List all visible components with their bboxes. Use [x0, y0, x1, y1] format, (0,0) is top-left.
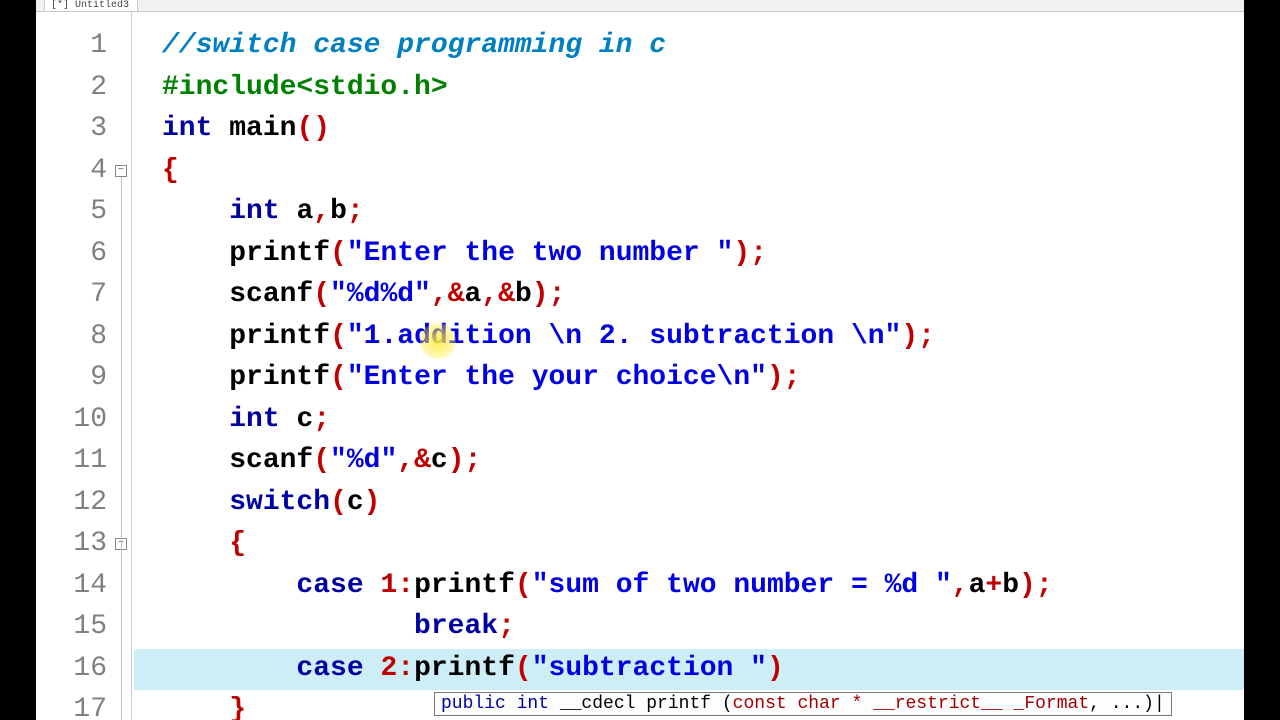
- line-number: 3: [51, 113, 107, 144]
- code-line[interactable]: scanf("%d%d",&a,&b);: [162, 279, 565, 310]
- code-line[interactable]: scanf("%d",&c);: [162, 445, 481, 476]
- fold-toggle-icon[interactable]: −: [115, 165, 127, 177]
- line-number: 14: [51, 570, 107, 601]
- line-number: 9: [51, 362, 107, 393]
- preproc-token: #include<stdio.h>: [162, 72, 448, 103]
- tab-bar: [*] Untitled3: [36, 0, 1244, 12]
- line-number: 17: [51, 694, 107, 720]
- code-line[interactable]: case 2:printf("subtraction "): [162, 653, 784, 684]
- line-number: 1: [51, 30, 107, 61]
- line-number: 2: [51, 72, 107, 103]
- line-number: 15: [51, 611, 107, 642]
- calltip-tooltip: public int __cdecl printf (const char * …: [434, 692, 1172, 716]
- file-tab[interactable]: [*] Untitled3: [44, 0, 138, 11]
- code-line[interactable]: {: [162, 155, 179, 186]
- code-line[interactable]: //switch case programming in c: [162, 30, 666, 61]
- line-number: 5: [51, 196, 107, 227]
- line-number: 11: [51, 445, 107, 476]
- code-line[interactable]: int main(): [162, 113, 330, 144]
- code-line[interactable]: #include<stdio.h>: [162, 72, 448, 103]
- comment-token: //switch case programming in c: [162, 30, 666, 61]
- code-line[interactable]: }: [162, 694, 246, 720]
- gutter: 1234567891011121314151617−−: [36, 12, 132, 720]
- line-number: 8: [51, 321, 107, 352]
- fold-guide: [121, 177, 122, 720]
- code-line[interactable]: printf("Enter the your choice\n");: [162, 362, 801, 393]
- line-number: 13: [51, 528, 107, 559]
- code-line[interactable]: switch(c): [162, 487, 380, 518]
- code-line[interactable]: {: [162, 528, 246, 559]
- line-number: 4: [51, 155, 107, 186]
- file-tab-label: [*] Untitled3: [51, 0, 129, 12]
- line-number: 12: [51, 487, 107, 518]
- code-line[interactable]: int a,b;: [162, 196, 364, 227]
- code-line[interactable]: printf("Enter the two number ");: [162, 238, 767, 269]
- line-number: 16: [51, 653, 107, 684]
- editor-window: [*] Untitled3 1234567891011121314151617−…: [36, 0, 1244, 720]
- code-line[interactable]: printf("1.addition \n 2. subtraction \n"…: [162, 321, 935, 352]
- code-line[interactable]: break;: [162, 611, 515, 642]
- code-area[interactable]: //switch case programming in c #include<…: [134, 12, 1244, 720]
- line-number: 6: [51, 238, 107, 269]
- line-number: 10: [51, 404, 107, 435]
- code-line[interactable]: int c;: [162, 404, 330, 435]
- code-line[interactable]: case 1:printf("sum of two number = %d ",…: [162, 570, 1053, 601]
- code-editor[interactable]: 1234567891011121314151617−− //switch cas…: [36, 12, 1244, 720]
- line-number: 7: [51, 279, 107, 310]
